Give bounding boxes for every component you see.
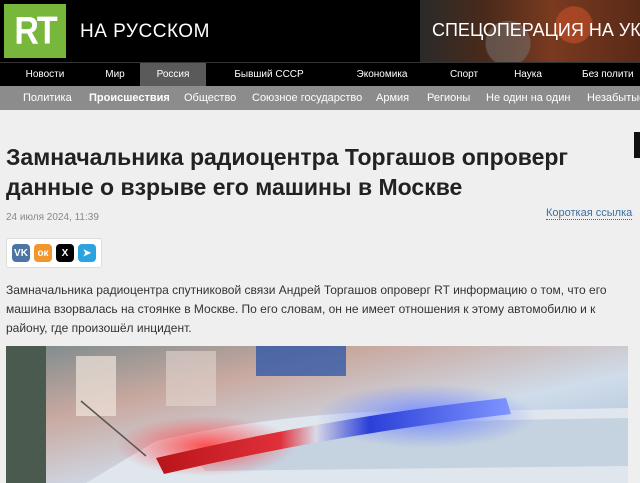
main-nav: Новости Мир Россия Бывший СССР Экономика… xyxy=(0,62,640,87)
logo-text: RT xyxy=(14,8,57,53)
site-header: RT НА РУССКОМ СПЕЦОПЕРАЦИЯ НА УК xyxy=(0,0,640,62)
article-title: Замначальника радиоцентра Торгашов опров… xyxy=(6,144,569,200)
main-nav-item-economy[interactable]: Экономика xyxy=(332,63,432,87)
main-nav-item-world[interactable]: Мир xyxy=(90,63,140,87)
sub-nav-item-union-state[interactable]: Союзное государство xyxy=(252,86,362,110)
sub-nav-item-one-on-one[interactable]: Не один на один xyxy=(486,86,570,110)
sub-nav-item-unforgotten[interactable]: Незабытые xyxy=(587,86,640,110)
promo-banner[interactable]: СПЕЦОПЕРАЦИЯ НА УК xyxy=(420,0,640,62)
police-car-lights-image xyxy=(6,346,628,483)
sub-nav-item-society[interactable]: Общество xyxy=(184,86,236,110)
article-photo xyxy=(6,346,628,483)
edition-link[interactable]: НА РУССКОМ xyxy=(80,21,210,43)
short-link[interactable]: Короткая ссылка xyxy=(546,207,633,220)
article-date: 24 июля 2024, 11:39 xyxy=(6,212,99,223)
main-nav-item-science[interactable]: Наука xyxy=(496,63,560,87)
main-nav-item-ussr[interactable]: Бывший СССР xyxy=(206,63,332,87)
sub-nav-item-regions[interactable]: Регионы xyxy=(427,86,470,110)
odnoklassniki-icon[interactable]: ок xyxy=(34,244,52,262)
main-nav-item-sport[interactable]: Спорт xyxy=(432,63,496,87)
x-icon[interactable]: X xyxy=(56,244,74,262)
main-nav-item-no-politics[interactable]: Без полити xyxy=(582,63,640,87)
sub-nav: Политика Происшествия Общество Союзное г… xyxy=(0,86,640,110)
sub-nav-item-politics[interactable]: Политика xyxy=(23,86,72,110)
rt-logo[interactable]: RT xyxy=(4,4,66,58)
telegram-icon[interactable]: ➤ xyxy=(78,244,96,262)
sub-nav-item-army[interactable]: Армия xyxy=(376,86,409,110)
article-lead: Замначальника радиоцентра спутниковой св… xyxy=(6,283,607,335)
main-nav-item-news[interactable]: Новости xyxy=(0,63,90,87)
share-buttons: VK ок X ➤ xyxy=(6,238,102,268)
side-widget-edge xyxy=(634,132,640,158)
main-nav-item-russia[interactable]: Россия xyxy=(140,63,206,87)
sub-nav-item-incidents[interactable]: Происшествия xyxy=(89,86,170,110)
vk-icon[interactable]: VK xyxy=(12,244,30,262)
promo-banner-text: СПЕЦОПЕРАЦИЯ НА УК xyxy=(432,20,640,40)
